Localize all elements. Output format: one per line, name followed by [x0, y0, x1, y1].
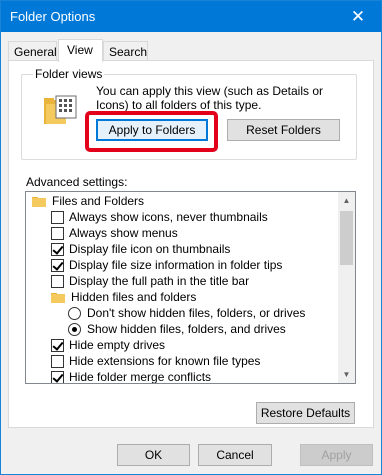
checkbox[interactable] [51, 338, 64, 352]
checkbox[interactable] [51, 370, 64, 383]
scroll-up-icon[interactable]: ▲ [338, 192, 355, 209]
apply-button[interactable]: Apply [300, 444, 373, 466]
radio-button[interactable] [68, 306, 81, 320]
tree-item-label: Display the full path in the title bar [69, 274, 250, 288]
tree-item-label: Don't show hidden files, folders, or dri… [87, 306, 306, 320]
folder-views-description: You can apply this view (such as Details… [96, 84, 324, 112]
checkbox[interactable] [51, 354, 64, 368]
checkbox[interactable] [51, 226, 64, 240]
advanced-settings-tree[interactable]: Files and Folders Always show icons, nev… [25, 191, 356, 384]
restore-defaults-label: Restore Defaults [260, 406, 351, 420]
checkbox[interactable] [51, 210, 64, 224]
tree-item-label: Display file size information in folder … [69, 258, 283, 272]
folder-icon [51, 292, 65, 303]
tab-view[interactable]: View [58, 39, 103, 62]
restore-defaults-button[interactable]: Restore Defaults [256, 402, 355, 424]
ok-label: OK [144, 448, 163, 462]
checkbox[interactable] [51, 242, 64, 256]
option-display-full-path[interactable]: Display the full path in the title bar [51, 273, 249, 289]
option-dont-show-hidden[interactable]: Don't show hidden files, folders, or dri… [68, 305, 305, 321]
folder-icon [32, 196, 46, 207]
advanced-settings-label: Advanced settings: [26, 175, 128, 189]
highlight-outline [85, 111, 218, 152]
cancel-button[interactable]: Cancel [198, 444, 272, 466]
checkbox[interactable] [51, 258, 64, 272]
tab-label: View [67, 43, 93, 57]
tab-label: Search [109, 45, 148, 59]
option-display-file-size-info[interactable]: Display file size information in folder … [51, 257, 282, 273]
option-show-hidden[interactable]: Show hidden files, folders, and drives [68, 321, 286, 337]
tree-scrollbar[interactable]: ▲ ▼ [338, 192, 355, 383]
option-hide-folder-merge-conflicts[interactable]: Hide folder merge conflicts [51, 369, 212, 384]
tree-item-label: Always show menus [69, 226, 178, 240]
folder-views-icon [44, 95, 77, 124]
tree-item-label: Show hidden files, folders, and drives [87, 322, 286, 336]
tab-general[interactable]: General [8, 41, 57, 61]
ok-button[interactable]: OK [117, 444, 190, 466]
scroll-down-icon[interactable]: ▼ [338, 366, 355, 383]
option-display-file-icon-on-thumbnails[interactable]: Display file icon on thumbnails [51, 241, 230, 257]
reset-folders-button[interactable]: Reset Folders [227, 119, 340, 141]
tree-item-label: Hidden files and folders [71, 290, 197, 304]
tree-item-label: Display file icon on thumbnails [69, 242, 231, 256]
title-bar[interactable]: Folder Options ✕ [1, 1, 381, 32]
tree-item-label: Always show icons, never thumbnails [69, 210, 268, 224]
reset-folders-label: Reset Folders [246, 123, 321, 137]
option-hide-empty-drives[interactable]: Hide empty drives [51, 337, 165, 353]
option-always-show-menus[interactable]: Always show menus [51, 225, 178, 241]
checkbox[interactable] [51, 274, 64, 288]
tree-item-label: Files and Folders [52, 194, 145, 208]
scroll-thumb[interactable] [340, 211, 353, 265]
tree-item-label: Hide folder merge conflicts [69, 370, 212, 384]
close-icon[interactable]: ✕ [335, 1, 381, 32]
cancel-label: Cancel [216, 448, 254, 462]
window-title: Folder Options [10, 9, 96, 24]
tree-folder-hidden-files[interactable]: Hidden files and folders [51, 289, 196, 305]
tree-item-label: Hide extensions for known file types [69, 354, 261, 368]
tab-label: General [14, 45, 57, 59]
radio-button[interactable] [68, 322, 81, 336]
tree-folder-files-and-folders[interactable]: Files and Folders [32, 193, 144, 209]
tree-item-label: Hide empty drives [69, 338, 166, 352]
tab-strip: General View Search [8, 39, 374, 62]
folder-views-label: Folder views [33, 67, 105, 81]
tab-search[interactable]: Search [103, 41, 148, 61]
option-hide-extensions[interactable]: Hide extensions for known file types [51, 353, 260, 369]
option-always-show-icons[interactable]: Always show icons, never thumbnails [51, 209, 268, 225]
apply-label: Apply [321, 448, 352, 462]
